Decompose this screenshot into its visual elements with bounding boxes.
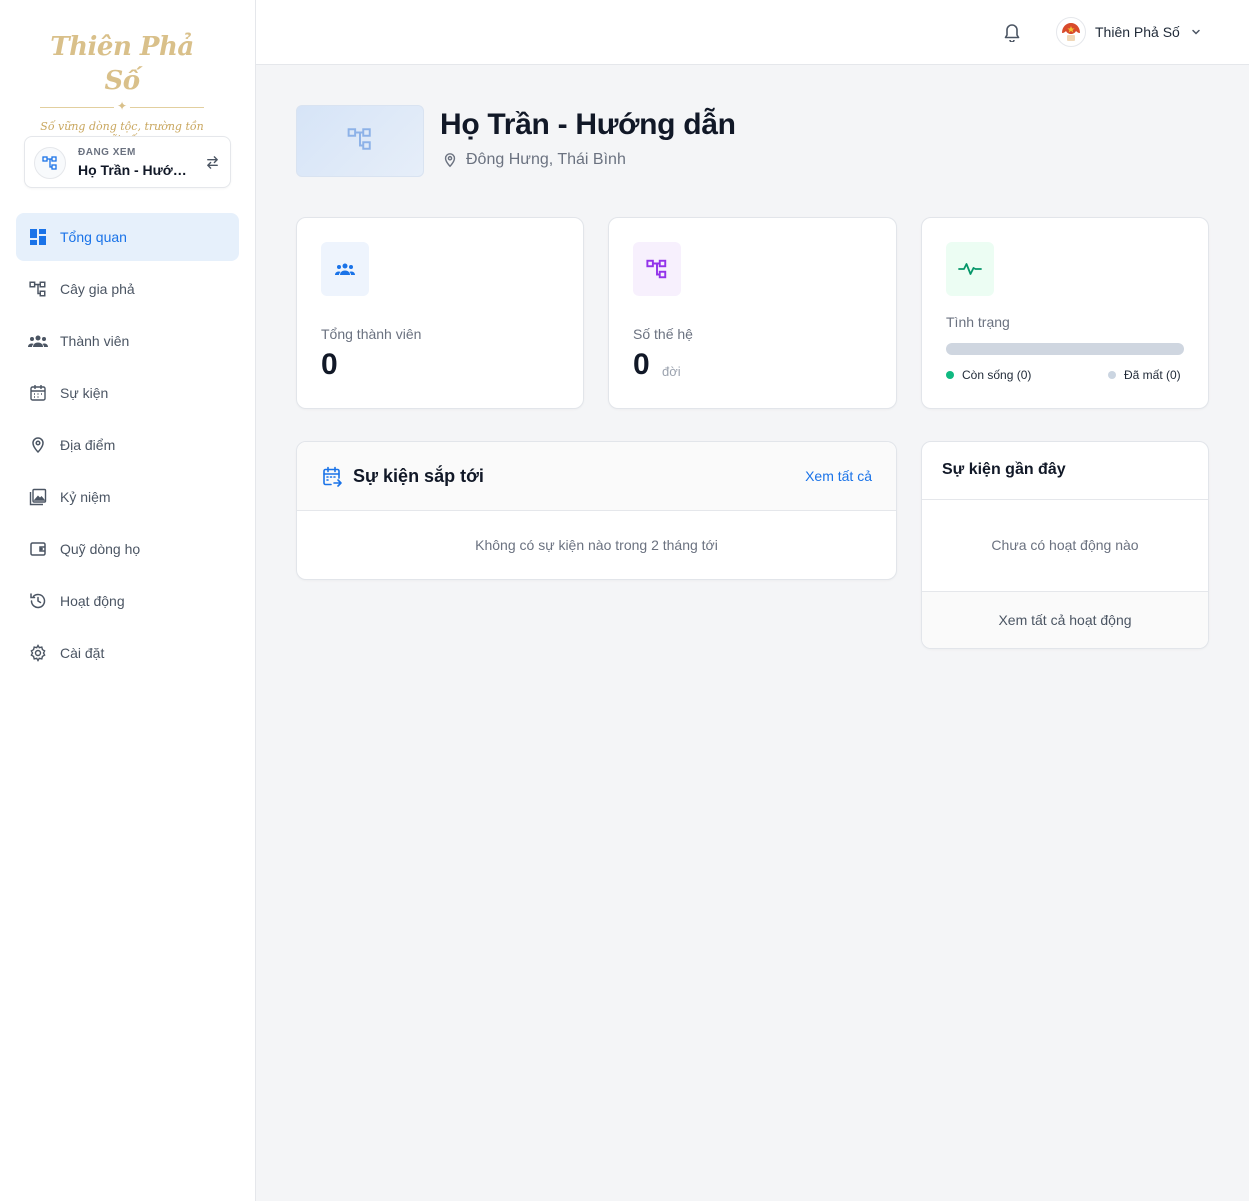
panel-title: Sự kiện sắp tới: [353, 466, 484, 486]
legend-alive-text: Còn sống (0): [962, 368, 1032, 382]
sidebar-item-label: Cây gia phả: [60, 281, 135, 297]
members-icon: [321, 242, 369, 296]
top-bar: Thiên Phả Số: [256, 0, 1249, 65]
sidebar-item-label: Kỷ niệm: [60, 489, 111, 505]
activity-pulse-icon: [946, 242, 994, 296]
chevron-down-icon: [1190, 25, 1204, 39]
family-switcher[interactable]: ĐANG XEM Họ Trần - Hướng dẫn: [24, 136, 231, 188]
sidebar-item-label: Địa điểm: [60, 437, 116, 453]
alive-deceased-progress-bar: [946, 343, 1184, 355]
sidebar: Thiên Phả Số ✦ Số vững dòng tộc, trường …: [0, 0, 256, 1201]
calendar-icon: [28, 383, 48, 403]
sidebar-item-locations[interactable]: Địa điểm: [16, 421, 239, 469]
sidebar-nav: Tổng quan Cây gia phả Thành viên Sự kiện…: [16, 213, 239, 681]
notification-bell-icon[interactable]: [1001, 21, 1023, 43]
sidebar-item-memories[interactable]: Kỷ niệm: [16, 473, 239, 521]
recent-events-panel: Sự kiện gần đây Chưa có hoạt động nào Xe…: [921, 441, 1209, 649]
legend-deceased: Đã mất (0): [1108, 368, 1181, 382]
sidebar-item-label: Thành viên: [60, 333, 130, 349]
logo-title: Thiên Phả Số: [50, 32, 194, 96]
legend-deceased-text: Đã mất (0): [1124, 368, 1181, 382]
view-all-link[interactable]: Xem tất cả: [805, 468, 872, 484]
sidebar-item-family-fund[interactable]: Quỹ dòng họ: [16, 525, 239, 573]
photo-album-icon: [28, 487, 48, 507]
logo-divider: ✦: [40, 99, 204, 114]
wallet-icon: [28, 539, 48, 559]
history-icon: [28, 591, 48, 611]
swap-icon[interactable]: [204, 154, 220, 170]
brand-logo[interactable]: Thiên Phả Số ✦ Số vững dòng tộc, trường …: [36, 30, 208, 146]
avatar: [1056, 17, 1086, 47]
sidebar-item-label: Tổng quan: [60, 229, 127, 245]
sidebar-item-label: Sự kiện: [60, 385, 109, 401]
sidebar-item-overview[interactable]: Tổng quan: [16, 213, 239, 261]
stat-card-members: Tổng thành viên 0: [296, 217, 584, 409]
stat-value: 0: [633, 348, 650, 381]
panel-title: Sự kiện gần đây: [942, 461, 1066, 478]
sparkle-icon: ✦: [113, 99, 131, 113]
sidebar-item-label: Hoạt động: [60, 593, 125, 609]
panel-header: Sự kiện sắp tới Xem tất cả: [297, 442, 896, 511]
members-icon: [28, 331, 48, 351]
alive-dot: [946, 371, 954, 379]
family-tree-icon: [346, 126, 374, 157]
page-title: Họ Trần - Hướng dẫn: [440, 108, 736, 141]
user-menu[interactable]: Thiên Phả Số: [1056, 16, 1204, 48]
panel-header: Sự kiện gần đây: [922, 442, 1208, 500]
sidebar-item-events[interactable]: Sự kiện: [16, 369, 239, 417]
calendar-arrow-icon: [321, 466, 343, 488]
user-name: Thiên Phả Số: [1095, 24, 1180, 40]
empty-state-text: Không có sự kiện nào trong 2 tháng tới: [475, 537, 718, 553]
legend-alive: Còn sống (0): [946, 368, 1031, 382]
gear-icon: [28, 643, 48, 663]
stat-card-status: Tình trạng Còn sống (0) Đã mất (0): [921, 217, 1209, 409]
location-text: Đông Hưng, Thái Bình: [466, 151, 626, 168]
family-tree-icon: [34, 147, 66, 179]
viewing-label: ĐANG XEM: [78, 147, 136, 158]
family-location: Đông Hưng, Thái Bình: [441, 151, 626, 169]
sidebar-item-family-tree[interactable]: Cây gia phả: [16, 265, 239, 313]
sidebar-item-settings[interactable]: Cài đặt: [16, 629, 239, 677]
family-tree-icon: [28, 279, 48, 299]
deceased-dot: [1108, 371, 1116, 379]
view-all-activity-link[interactable]: Xem tất cả hoạt động: [922, 592, 1208, 648]
dashboard-icon: [28, 227, 48, 247]
stat-card-generations: Số thế hệ 0 đời: [608, 217, 897, 409]
upcoming-events-panel: Sự kiện sắp tới Xem tất cả Không có sự k…: [296, 441, 897, 580]
family-cover-image: [296, 105, 424, 177]
stat-label: Tổng thành viên: [321, 326, 422, 342]
location-pin-icon: [28, 435, 48, 455]
empty-state-text: Chưa có hoạt động nào: [922, 500, 1208, 592]
stat-label: Tình trạng: [946, 314, 1010, 330]
stat-unit: đời: [662, 364, 681, 379]
sidebar-item-label: Cài đặt: [60, 645, 105, 661]
sidebar-item-label: Quỹ dòng họ: [60, 541, 141, 557]
family-tree-icon: [633, 242, 681, 296]
stat-value: 0: [321, 348, 338, 381]
viewing-family-name: Họ Trần - Hướng dẫn: [78, 162, 193, 178]
sidebar-item-activity[interactable]: Hoạt động: [16, 577, 239, 625]
location-pin-icon: [441, 151, 459, 169]
sidebar-item-members[interactable]: Thành viên: [16, 317, 239, 365]
stat-label: Số thế hệ: [633, 326, 693, 342]
